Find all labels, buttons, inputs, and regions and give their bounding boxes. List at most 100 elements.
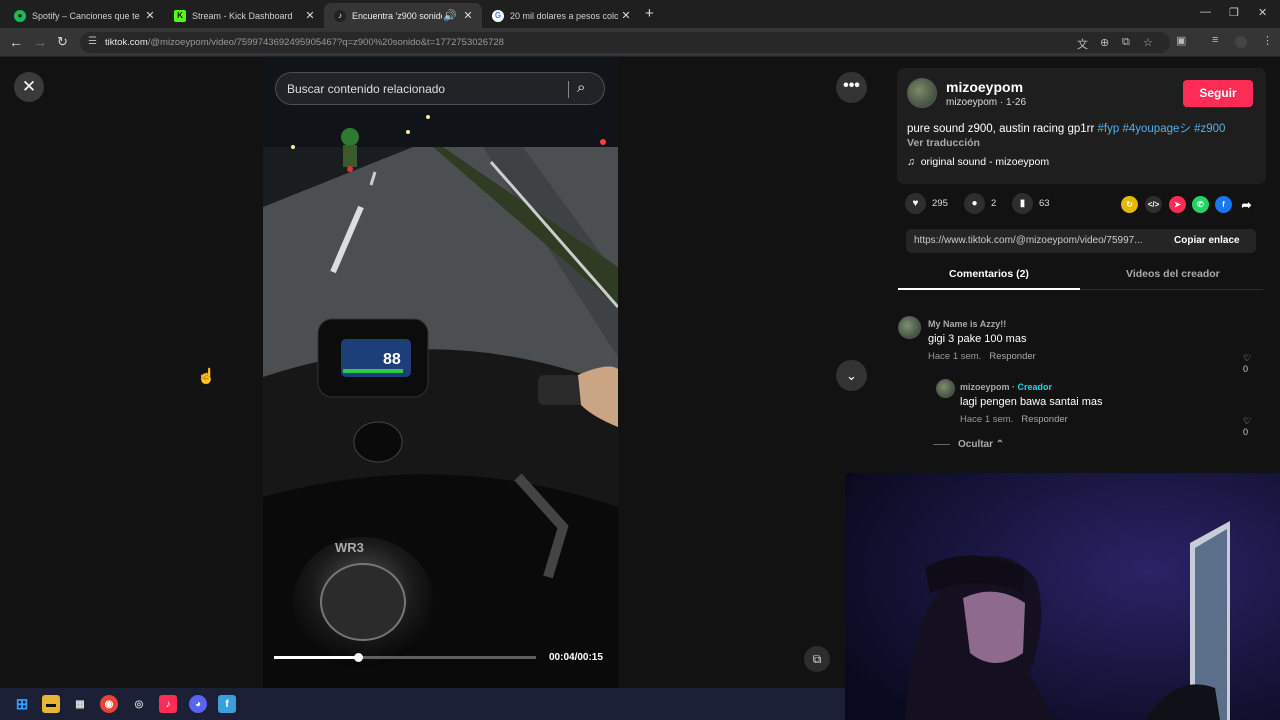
browser-tab-kick[interactable]: K Stream - Kick Dashboard ✕ [164,3,324,28]
reply-like[interactable]: ♡ 0 [1243,416,1251,437]
avatar[interactable] [898,316,921,339]
post-info-card: mizoeypom mizoeypom · 1-26 Seguir pure s… [897,68,1266,184]
profile-avatar[interactable] [1235,36,1247,48]
browser-tab-spotify[interactable]: ● Spotify – Canciones que te gustan ✕ [4,3,164,28]
picture-in-picture-icon[interactable]: ⧉ [804,646,830,672]
tab-creator-videos[interactable]: Videos del creador [1126,268,1220,280]
windows-start-icon[interactable]: ⊞ [13,695,31,713]
translate-icon[interactable]: 文 [1077,36,1088,52]
comment-author[interactable]: My Name is Azzy!! [928,319,1006,329]
webcam-overlay [845,473,1280,720]
reply-button[interactable]: Responder [989,351,1035,362]
follow-button[interactable]: Seguir [1183,80,1253,107]
avatar[interactable] [907,78,937,108]
panel-tabs: Comentarios (2) Videos del creador [898,258,1263,290]
obs-icon[interactable]: ◎ [130,695,148,713]
creator-badge: Creador [1017,382,1053,392]
svg-text:88: 88 [383,351,401,368]
app-icon[interactable]: ▦ [71,695,89,713]
comment-text: gigi 3 pake 100 mas [928,333,1027,345]
url-text[interactable]: tiktok.com/@mizoeypom/video/759974369249… [105,37,504,48]
save-count: 63 [1039,198,1050,209]
comment-time: Hace 1 sem. [928,351,982,362]
search-input[interactable]: Buscar contenido relacionado [287,82,445,96]
video-link[interactable]: https://www.tiktok.com/@mizoeypom/video/… [914,235,1164,246]
media-control-icon[interactable]: ≡ [1212,34,1218,46]
facebook-icon[interactable]: f [1215,196,1232,213]
search-icon[interactable]: ⌕ [577,79,585,96]
browser-tab-google[interactable]: G 20 mil dolares a pesos colombianos ✕ [482,3,640,28]
forward-icon[interactable]: → [33,34,47,50]
chevron-up-icon: ⌃ [995,439,1005,450]
new-tab-button[interactable]: + [645,5,654,22]
extensions-icon[interactable]: ▣ [1176,34,1186,47]
tab-comments[interactable]: Comentarios (2) [949,268,1029,280]
copy-link-button[interactable]: Copiar enlace [1174,235,1240,246]
reply-text: lagi pengen bawa santai mas [960,396,1103,408]
close-tab-icon[interactable]: ✕ [302,9,318,22]
whatsapp-icon[interactable]: ✆ [1192,196,1209,213]
site-settings-icon[interactable]: ☰ [88,36,97,47]
minimize-icon[interactable]: — [1200,6,1211,18]
video-progress-bar[interactable] [274,653,536,662]
see-translation-link[interactable]: Ver traducción [907,137,980,149]
menu-dots-icon[interactable]: ⋮ [1262,34,1273,47]
sound-link[interactable]: ♫ original sound - mizoeypom [907,156,1049,168]
more-options-button[interactable]: ••• [836,72,867,103]
bookmark-star-icon[interactable]: ☆ [1143,36,1153,49]
tab-title: 20 mil dolares a pesos colombianos [510,10,618,21]
address-toolbar: ← → ↻ ☰ tiktok.com/@mizoeypom/video/7599… [0,28,1280,57]
webcam-image [845,473,1280,720]
repost-icon[interactable]: ↻ [1121,196,1138,213]
like-button[interactable]: ♥ 295 [905,193,948,214]
omnibox[interactable]: ☰ tiktok.com/@mizoeypom/video/7599743692… [80,32,1170,53]
close-viewer-button[interactable]: ✕ [14,72,44,102]
embed-icon[interactable]: </> [1145,196,1162,213]
send-icon[interactable]: ➤ [1169,196,1186,213]
close-tab-icon[interactable]: ✕ [618,9,634,22]
comment-button[interactable]: ● 2 [964,193,996,214]
avatar[interactable] [936,379,955,398]
related-search-bar[interactable]: Buscar contenido relacionado ⌕ [275,72,605,105]
reload-icon[interactable]: ↻ [57,34,68,50]
google-icon: G [492,9,504,22]
comment-like-count: 0 [1243,364,1249,374]
reply-button[interactable]: Responder [1021,414,1067,425]
close-tab-icon[interactable]: ✕ [142,9,158,22]
file-explorer-icon[interactable]: ▬ [42,695,60,713]
tiktok-icon[interactable]: ♪ [159,695,177,713]
hashtag-link[interactable]: #4youpageシ [1122,123,1190,135]
reply-author[interactable]: mizoeypom · Creador [960,382,1052,392]
video-time: 00:04/00:15 [549,652,603,663]
author-username[interactable]: mizoeypom [946,79,1023,95]
install-icon[interactable]: ⧉ [1122,36,1130,49]
restore-icon[interactable]: ❐ [1229,6,1239,19]
close-window-icon[interactable]: ✕ [1258,6,1267,19]
hashtag-link[interactable]: #fyp [1098,123,1120,135]
share-arrow-icon[interactable]: ➦ [1238,196,1255,213]
chrome-icon[interactable]: ◉ [100,695,118,713]
url-domain: tiktok.com [105,37,148,48]
close-tab-icon[interactable]: ✕ [460,9,476,22]
comment-like[interactable]: ♡ 0 [1243,353,1251,374]
url-path: /@mizoeypom/video/7599743692495905467?q=… [147,37,504,48]
save-button[interactable]: ▮ 63 [1012,193,1050,214]
zoom-icon[interactable]: ⊕ [1100,36,1109,49]
video-player[interactable]: 88 WR3 [263,57,618,688]
browser-tab-tiktok[interactable]: ♪ Encuentra 'z900 sonido' en TikTok 🔊 ✕ [324,3,482,28]
speaker-icon[interactable]: 🔊 [442,9,458,22]
sound-name: original sound - mizoeypom [920,156,1050,168]
next-video-chevron-down-icon[interactable]: ⌄ [836,360,867,391]
reply-time: Hace 1 sem. [960,414,1014,425]
reply-meta: Hace 1 sem. Responder [960,414,1068,425]
hide-replies-button[interactable]: Ocultar ⌃ [933,439,1004,450]
bookmark-icon: ▮ [1012,193,1033,214]
app-icon[interactable]: f [218,695,236,713]
progress-handle[interactable] [353,653,363,662]
hashtag-link[interactable]: #z900 [1194,123,1225,135]
discord-icon[interactable]: ◕ [189,695,207,713]
heart-icon: ♡ [1243,353,1252,363]
heart-icon: ♥ [905,193,926,214]
music-note-icon: ♫ [907,156,915,168]
back-icon[interactable]: ← [9,34,23,50]
